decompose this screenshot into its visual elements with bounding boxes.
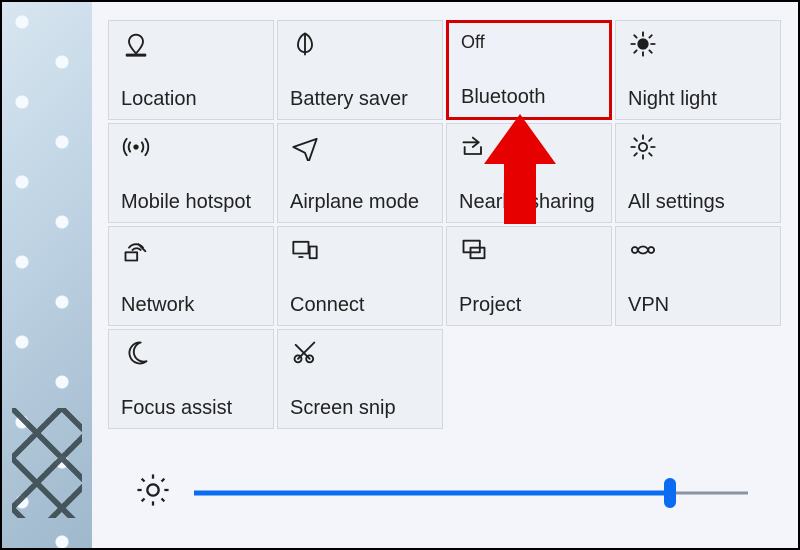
tile-label: Project [459,294,601,317]
quick-action-grid: Location Battery saver Off Bluetooth Nig… [108,20,788,429]
tile-label: Night light [628,88,770,111]
tile-focus-assist[interactable]: Focus assist [108,329,274,429]
moon-icon [121,338,151,368]
network-icon [121,235,151,265]
tile-bluetooth[interactable]: Off Bluetooth [446,20,612,120]
tile-label: Bluetooth [461,86,599,109]
share-icon [459,132,489,162]
slider-fill [194,490,670,495]
tile-mobile-hotspot[interactable]: Mobile hotspot [108,123,274,223]
tile-airplane-mode[interactable]: Airplane mode [277,123,443,223]
snip-icon [290,338,320,368]
airplane-icon [290,132,320,162]
tile-label: Connect [290,294,432,317]
brightness-row [108,473,788,540]
gear-icon [628,132,658,162]
tile-label: Nearby sharing [459,191,601,214]
slider-thumb[interactable] [664,478,676,508]
tile-location[interactable]: Location [108,20,274,120]
tile-network[interactable]: Network [108,226,274,326]
tile-label: Network [121,294,263,317]
hotspot-icon [121,132,151,162]
tile-label: Screen snip [290,397,432,420]
tile-label: Airplane mode [290,191,432,214]
tile-label: VPN [628,294,770,317]
location-icon [121,29,151,59]
tile-label: All settings [628,191,770,214]
vpn-icon [628,235,658,265]
tile-connect[interactable]: Connect [277,226,443,326]
project-icon [459,235,489,265]
tile-nearby-sharing[interactable]: Nearby sharing [446,123,612,223]
night-light-icon [628,29,658,59]
connect-icon [290,235,320,265]
brightness-slider[interactable] [194,483,748,503]
tile-battery-saver[interactable]: Battery saver [277,20,443,120]
tile-project[interactable]: Project [446,226,612,326]
tile-screen-snip[interactable]: Screen snip [277,329,443,429]
brightness-icon [136,473,170,512]
tile-label: Mobile hotspot [121,191,263,214]
tile-night-light[interactable]: Night light [615,20,781,120]
tile-label: Focus assist [121,397,263,420]
tile-vpn[interactable]: VPN [615,226,781,326]
desktop-background-strip [2,2,92,548]
action-center-panel: Location Battery saver Off Bluetooth Nig… [92,2,798,548]
tile-label: Location [121,88,263,111]
tile-all-settings[interactable]: All settings [615,123,781,223]
tile-status: Off [461,33,599,51]
leaf-icon [290,29,320,59]
tile-label: Battery saver [290,88,432,111]
